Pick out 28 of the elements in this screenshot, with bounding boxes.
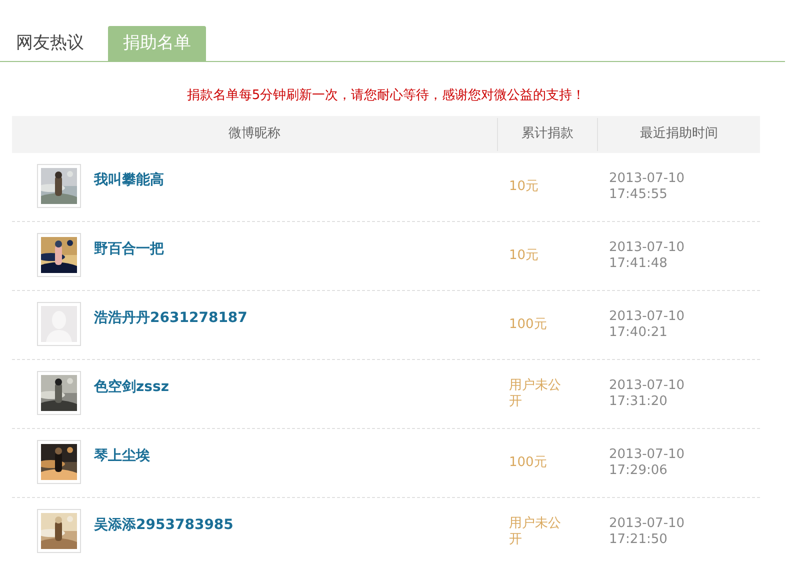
nickname-link[interactable]: 我叫攀能高 — [94, 172, 164, 188]
amount-text: 100元 — [509, 316, 548, 332]
donation-time: 2013-07-10 17:41:48 — [609, 240, 686, 272]
amount-text: 用户未公开 — [509, 516, 561, 548]
amount-text: 100元 — [509, 454, 548, 470]
donation-time: 2013-07-10 17:21:50 — [609, 516, 686, 548]
amount-text: 用户未公开 — [509, 378, 561, 410]
donation-time: 2013-07-10 17:40:21 — [609, 308, 686, 340]
amount-text: 10元 — [509, 248, 540, 264]
avatar[interactable] — [37, 370, 81, 414]
nickname-link[interactable]: 野百合一把 — [94, 240, 164, 256]
nickname-link[interactable]: 浩浩丹丹2631278187 — [94, 310, 248, 326]
avatar[interactable] — [37, 508, 81, 552]
tab[interactable]: 网友热议 — [12, 26, 88, 61]
notice-text: 捐款名单每5分钟刷新一次，请您耐心等待，感谢您对微公益的支持！ — [186, 87, 586, 105]
nickname-link[interactable]: 吴添添2953783985 — [94, 516, 234, 532]
column-header: 微博昵称 — [228, 125, 280, 144]
donation-time: 2013-07-10 17:45:55 — [609, 170, 686, 202]
avatar[interactable] — [37, 164, 81, 208]
donation-time: 2013-07-10 17:31:20 — [609, 378, 686, 410]
donation-time: 2013-07-10 17:29:06 — [609, 446, 686, 478]
avatar[interactable] — [37, 440, 81, 484]
column-header: 累计捐款 — [522, 125, 574, 144]
nickname-link[interactable]: 琴上尘埃 — [94, 448, 150, 464]
column-header: 最近捐助时间 — [640, 125, 718, 144]
amount-text: 10元 — [509, 178, 540, 194]
nickname-link[interactable]: 色空剑zssz — [94, 378, 169, 394]
avatar[interactable] — [37, 232, 81, 276]
